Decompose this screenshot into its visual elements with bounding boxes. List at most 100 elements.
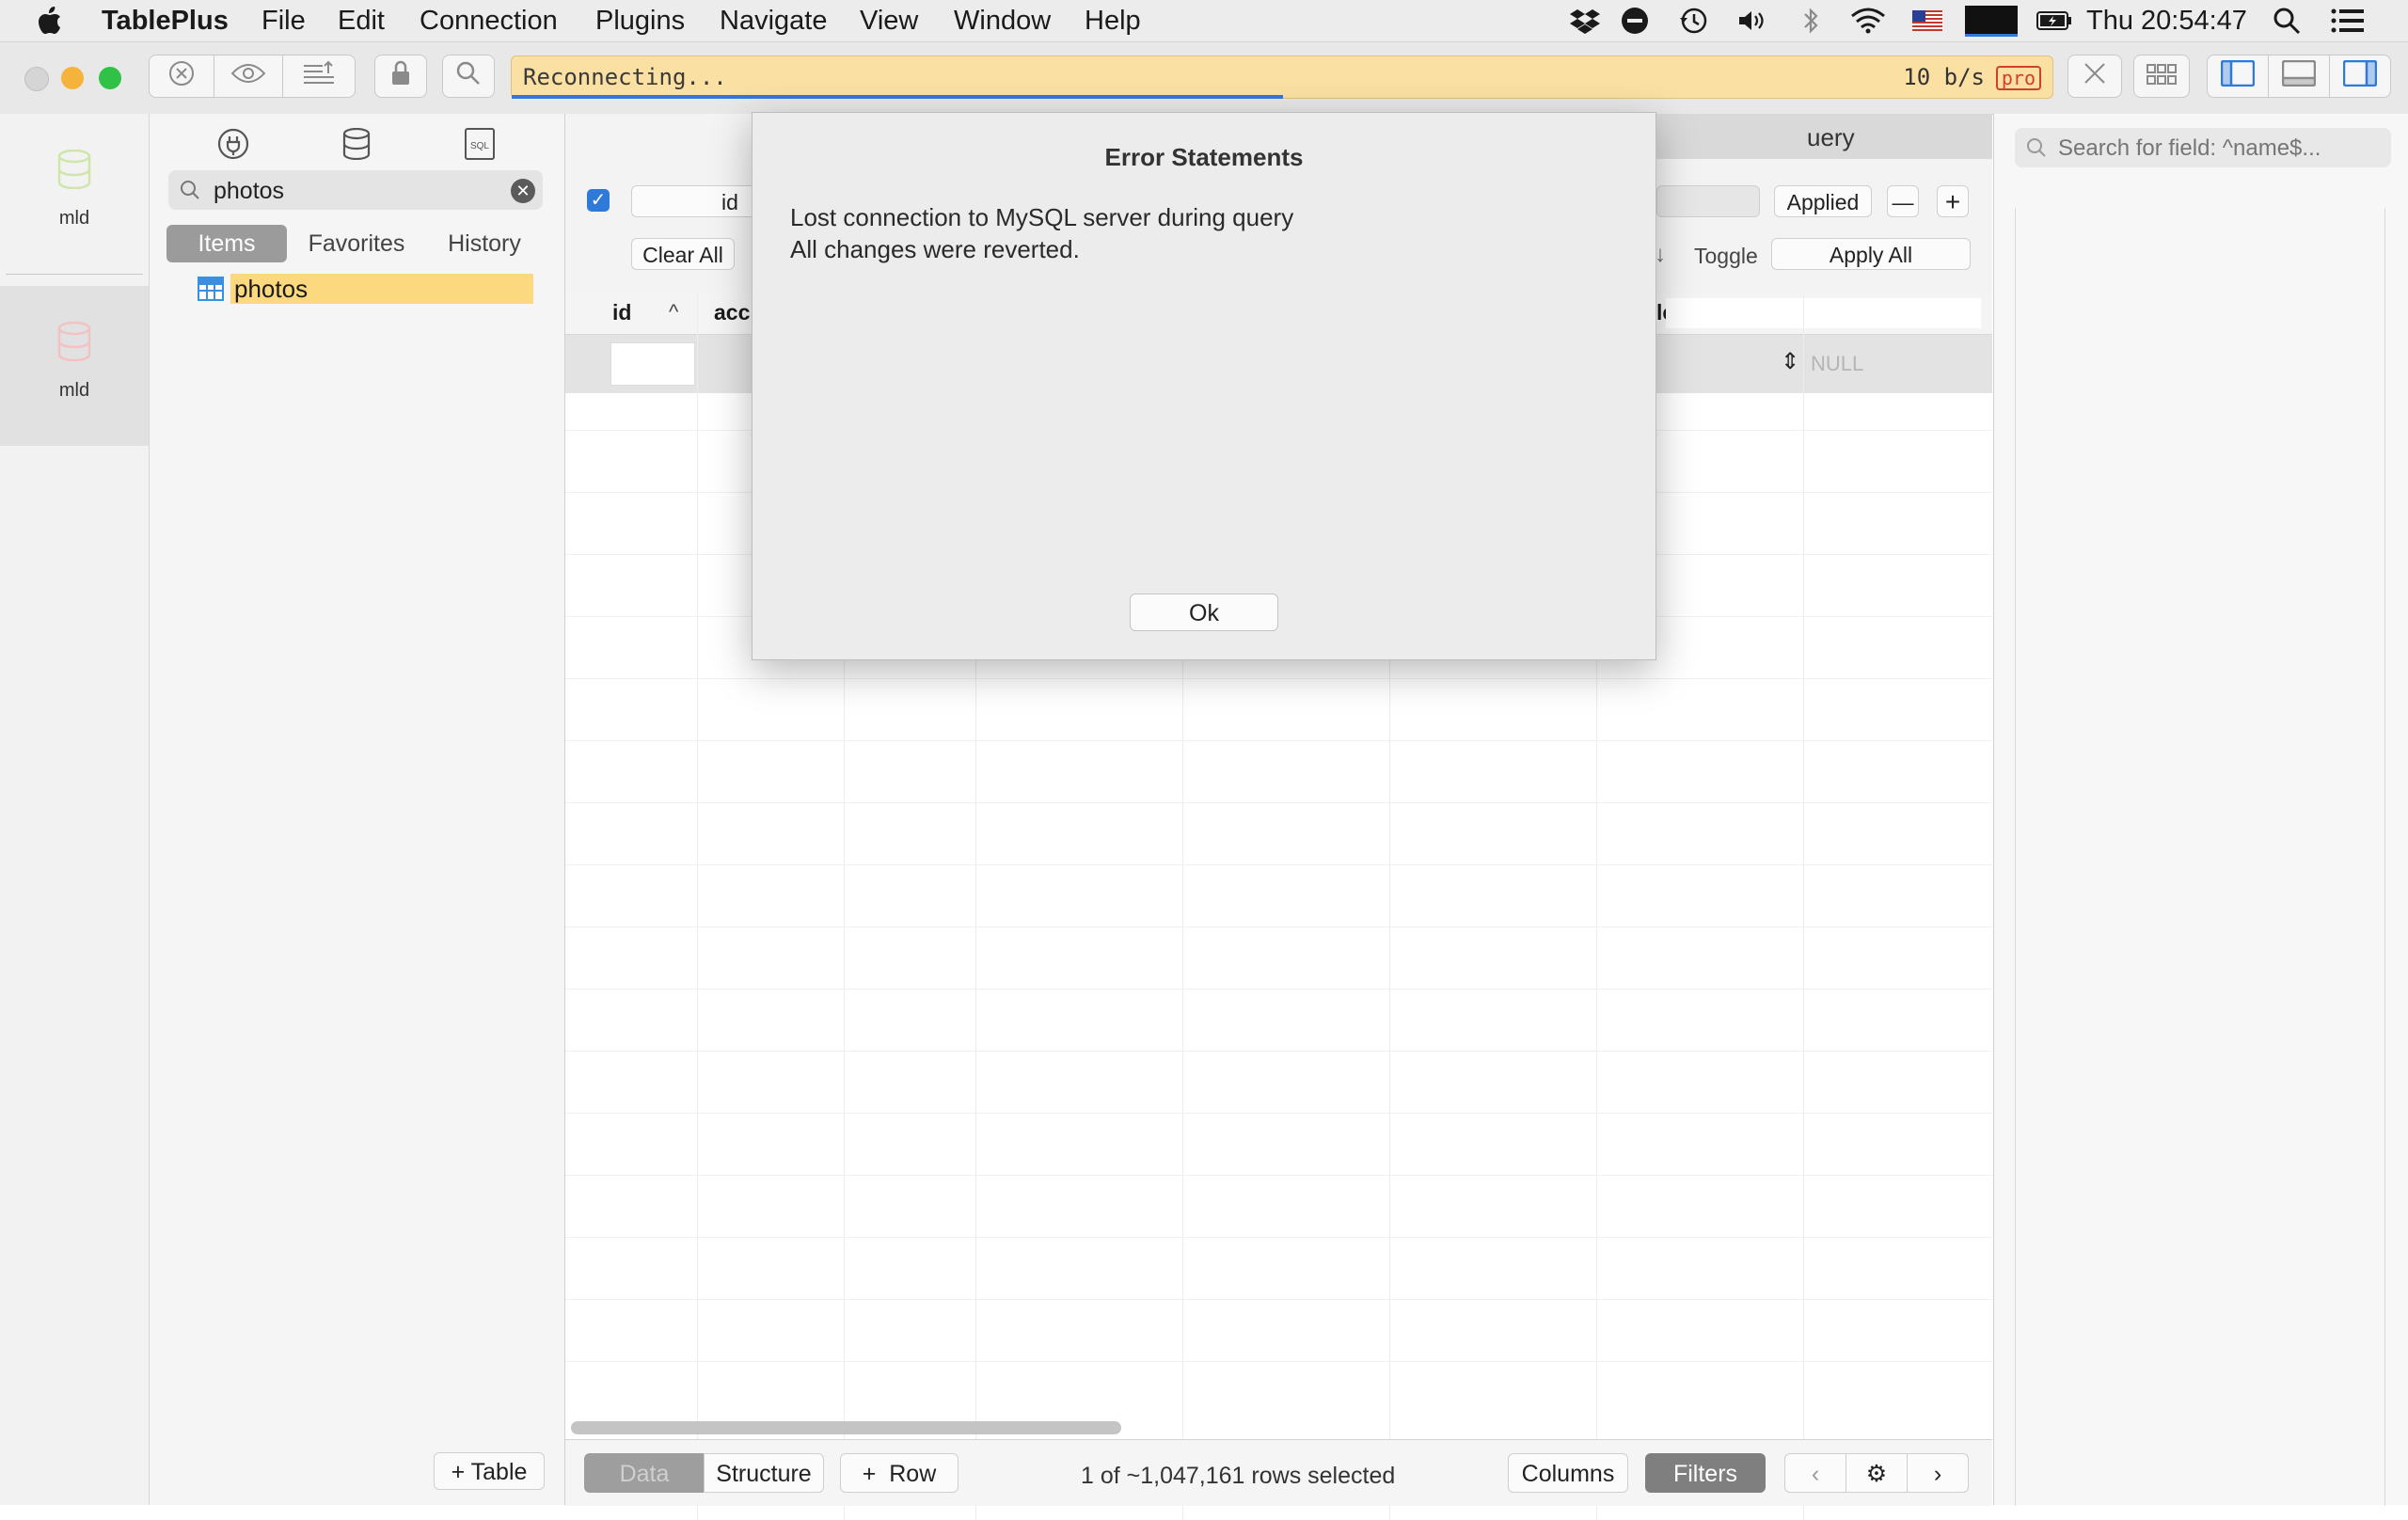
display-icon[interactable]	[1964, 5, 2019, 37]
sort-ascending-icon[interactable]: ^	[669, 300, 678, 325]
table-list-item[interactable]: photos	[193, 272, 550, 306]
wifi-icon[interactable]	[1849, 7, 1887, 35]
close-tab-button[interactable]	[2067, 55, 2122, 98]
spotlight-search-icon[interactable]	[2271, 7, 2303, 35]
toggle-left-panel-button[interactable]	[2207, 55, 2269, 98]
tab-items[interactable]: Items	[166, 225, 287, 262]
rail-divider	[6, 274, 143, 275]
stop-button[interactable]	[149, 55, 214, 98]
grid-row-line	[565, 926, 1992, 927]
toggle-button[interactable]: Toggle	[1694, 244, 1758, 269]
apply-all-button[interactable]: Apply All	[1771, 238, 1971, 270]
pro-badge: pro	[1995, 66, 2041, 90]
plug-icon[interactable]	[216, 127, 250, 161]
left-panel-icon	[2220, 59, 2256, 93]
menu-connection[interactable]: Connection	[420, 6, 558, 36]
battery-icon[interactable]	[2036, 7, 2073, 35]
table-name: photos	[234, 275, 309, 303]
status-progress	[512, 95, 1283, 99]
grid-row-line	[565, 740, 1992, 741]
sidebar-search-field[interactable]: photos ✕	[168, 170, 543, 210]
scrollbar-thumb[interactable]	[571, 1421, 1121, 1434]
menu-view[interactable]: View	[860, 6, 918, 36]
tab-history[interactable]: History	[422, 225, 547, 262]
sql-icon[interactable]: SQL	[463, 127, 497, 161]
field-search-box[interactable]	[2015, 128, 2391, 167]
status-text: Reconnecting...	[523, 64, 727, 90]
sidebar-search-value: photos	[214, 178, 285, 204]
grid-view-button[interactable]	[2133, 55, 2190, 98]
data-tab-button[interactable]: Data	[584, 1453, 705, 1493]
column-header-id[interactable]: id	[612, 300, 631, 325]
clear-search-icon[interactable]: ✕	[511, 179, 535, 203]
apple-icon[interactable]	[36, 7, 64, 35]
minimize-window-button[interactable]	[61, 67, 84, 89]
chevron-left-icon: ‹	[1811, 1461, 1820, 1487]
menu-edit[interactable]: Edit	[338, 6, 385, 36]
connection-item-active[interactable]: mld	[0, 286, 149, 446]
add-table-button[interactable]: + Table	[434, 1452, 545, 1490]
row-count-status: 1 of ~1,047,161 rows selected	[1081, 1463, 1396, 1489]
ok-button[interactable]: Ok	[1130, 594, 1278, 631]
null-cell[interactable]: NULL	[1811, 352, 1863, 376]
page-settings-button[interactable]: ⚙	[1846, 1453, 1908, 1493]
table-icon	[198, 277, 224, 301]
menu-navigate[interactable]: Navigate	[720, 6, 827, 36]
us-flag-icon[interactable]	[1911, 7, 1943, 35]
connection-item[interactable]: mld	[0, 114, 149, 274]
time-machine-icon[interactable]	[1676, 7, 1710, 35]
menu-window[interactable]: Window	[954, 6, 1051, 36]
plus-icon: +	[862, 1461, 890, 1487]
filter-enabled-checkbox[interactable]: ✓	[587, 189, 610, 212]
column-header-acc[interactable]: acc	[714, 300, 750, 325]
add-filter-button[interactable]: +	[1937, 185, 1969, 217]
menu-help[interactable]: Help	[1085, 6, 1141, 36]
next-page-button[interactable]: ›	[1907, 1453, 1969, 1493]
toggle-bottom-panel-button[interactable]	[2268, 55, 2330, 98]
toggle-right-panel-button[interactable]	[2329, 55, 2391, 98]
grid-row-line	[565, 864, 1992, 865]
columns-button[interactable]: Columns	[1508, 1453, 1628, 1493]
preview-button[interactable]	[214, 55, 283, 98]
field-search-input[interactable]	[2056, 134, 2380, 164]
zoom-window-button[interactable]	[99, 67, 121, 89]
field-list-border	[2015, 208, 2016, 1506]
column-header-input[interactable]	[1666, 298, 1981, 328]
structure-tab-button[interactable]: Structure	[704, 1453, 824, 1493]
add-row-button[interactable]: + Row	[840, 1453, 958, 1493]
search-button[interactable]	[442, 55, 495, 98]
upload-list-icon	[302, 60, 336, 93]
filter-value-input[interactable]	[1656, 185, 1760, 217]
minus-circle-icon[interactable]	[1620, 7, 1650, 35]
bluetooth-icon[interactable]	[1798, 7, 1823, 35]
lock-button[interactable]	[374, 55, 427, 98]
search-icon	[181, 181, 199, 199]
filter-applied-button[interactable]: Applied	[1774, 185, 1872, 217]
gear-icon: ⚙	[1865, 1461, 1888, 1487]
connection-label: mld	[58, 380, 90, 401]
grid-row-line	[565, 1299, 1992, 1300]
grid-row-line	[565, 1175, 1992, 1176]
cell-input-id[interactable]	[610, 342, 695, 386]
menubar-clock[interactable]: Thu 20:54:47	[2086, 6, 2247, 36]
dropbox-icon[interactable]	[1569, 7, 1601, 35]
horizontal-scrollbar[interactable]	[571, 1421, 1982, 1434]
clear-all-button[interactable]: Clear All	[631, 238, 735, 270]
menu-bar: TablePlus File Edit Connection Plugins N…	[0, 0, 2408, 42]
menu-file[interactable]: File	[261, 6, 306, 36]
tab-favorites[interactable]: Favorites	[296, 225, 417, 262]
menu-plugins[interactable]: Plugins	[595, 6, 685, 36]
filters-button[interactable]: Filters	[1645, 1453, 1766, 1493]
plus-icon: +	[1944, 187, 1961, 216]
remove-filter-button[interactable]: —	[1887, 185, 1919, 217]
database-icon[interactable]	[340, 127, 373, 161]
commit-button[interactable]	[282, 55, 356, 98]
volume-icon[interactable]	[1735, 7, 1767, 35]
previous-page-button[interactable]: ‹	[1784, 1453, 1846, 1493]
close-window-button[interactable]	[24, 67, 49, 91]
app-name-menu[interactable]: TablePlus	[102, 6, 229, 36]
error-dialog: Error Statements Lost connection to MySQ…	[752, 112, 1656, 660]
tab-query[interactable]: uery	[1656, 114, 1992, 159]
enum-stepper-icon[interactable]: ⇕	[1781, 348, 1799, 375]
notification-center-icon[interactable]	[2329, 7, 2367, 35]
